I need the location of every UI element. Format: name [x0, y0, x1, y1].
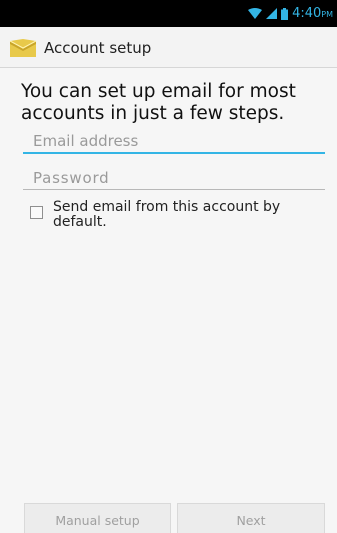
password-field[interactable] [23, 166, 325, 190]
signal-icon [266, 8, 278, 19]
page-title: Account setup [44, 39, 152, 57]
email-envelope-icon[interactable] [9, 38, 37, 58]
manual-setup-button[interactable]: Manual setup [24, 503, 171, 533]
default-account-label: Send email from this account by default. [53, 199, 281, 230]
status-clock: 4:40PM [292, 6, 333, 21]
email-address-field[interactable] [23, 130, 325, 154]
next-button[interactable]: Next [177, 503, 325, 533]
clock-time: 4:40 [292, 6, 322, 21]
clock-ampm: PM [321, 10, 333, 19]
default-account-checkbox[interactable] [30, 206, 43, 219]
action-bar: Account setup [0, 27, 337, 68]
status-bar: 4:40PM [0, 0, 337, 27]
battery-icon [281, 7, 289, 20]
status-icons: 4:40PM [248, 0, 333, 27]
instructions-text: You can set up email for most accounts i… [21, 81, 296, 124]
wifi-icon [248, 8, 263, 19]
default-account-option[interactable]: Send email from this account by default. [30, 200, 330, 240]
